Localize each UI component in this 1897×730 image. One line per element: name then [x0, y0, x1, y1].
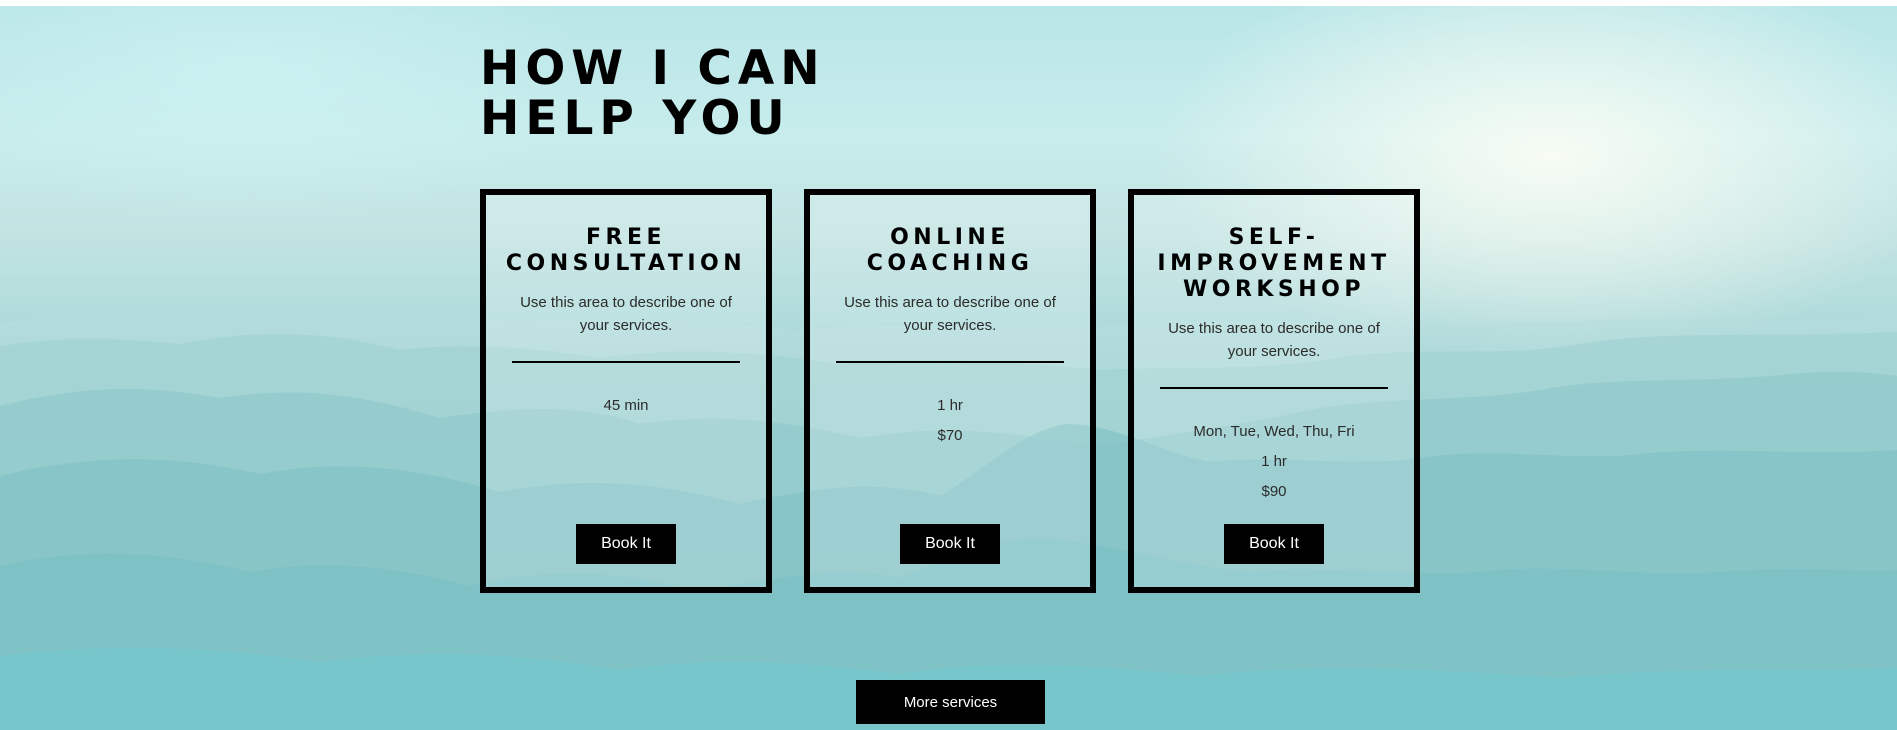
- book-it-button[interactable]: Book It: [576, 524, 676, 564]
- service-card-self-improvement-workshop: SELF- IMPROVEMENT WORKSHOP Use this area…: [1128, 189, 1420, 593]
- service-details: 1 hr $70: [810, 391, 1090, 451]
- service-description: Use this area to describe one of your se…: [520, 294, 732, 334]
- service-price: $90: [1261, 483, 1287, 500]
- service-days: Mon, Tue, Wed, Thu, Fri: [1193, 423, 1355, 440]
- more-services-button[interactable]: More services: [856, 680, 1045, 724]
- service-details: 45 min: [486, 391, 766, 421]
- book-it-button[interactable]: Book It: [1224, 524, 1324, 564]
- service-title-line: WORKSHOP: [1182, 277, 1366, 302]
- book-it-button[interactable]: Book It: [900, 524, 1000, 564]
- service-duration: 45 min: [603, 397, 649, 414]
- service-card-free-consultation: FREE CONSULTATION Use this area to descr…: [480, 189, 772, 593]
- heading-line-2: HELP YOU: [480, 91, 791, 146]
- service-description: Use this area to describe one of your se…: [1168, 320, 1380, 360]
- divider: [836, 361, 1064, 363]
- service-duration: 1 hr: [1261, 453, 1287, 470]
- service-duration: 1 hr: [937, 397, 963, 414]
- service-title: SELF- IMPROVEMENT WORKSHOP: [1134, 225, 1414, 303]
- service-card-online-coaching: ONLINE COACHING Use this area to describ…: [804, 189, 1096, 593]
- section-heading: HOW I CAN HELP YOU: [480, 44, 1000, 144]
- heading-line-1: HOW I CAN: [480, 41, 826, 96]
- service-title-line: IMPROVEMENT: [1157, 251, 1391, 276]
- service-details: Mon, Tue, Wed, Thu, Fri 1 hr $90: [1134, 417, 1414, 507]
- service-title: FREE CONSULTATION: [505, 225, 747, 276]
- service-price: $70: [937, 427, 963, 444]
- service-description: Use this area to describe one of your se…: [844, 294, 1056, 334]
- divider: [512, 361, 740, 363]
- service-title: ONLINE COACHING: [866, 225, 1034, 276]
- service-title-line: SELF-: [1228, 225, 1320, 250]
- services-section: HOW I CAN HELP YOU FREE CONSULTATION Use…: [0, 6, 1897, 730]
- divider: [1160, 387, 1388, 389]
